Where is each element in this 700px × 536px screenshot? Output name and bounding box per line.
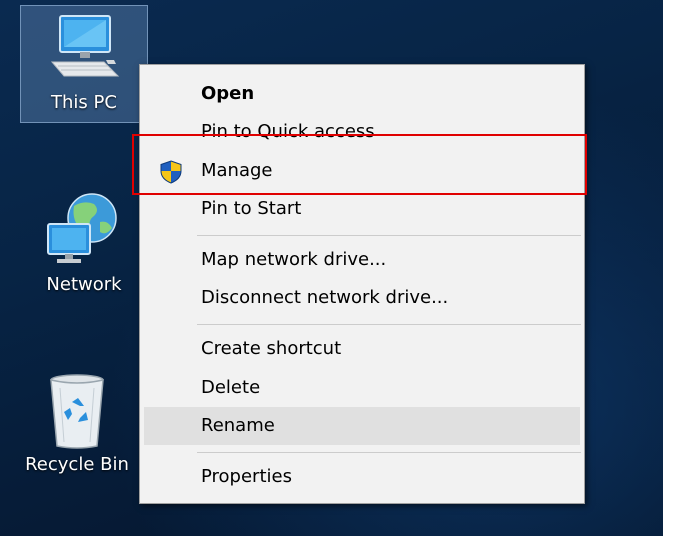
menu-item-disconnect-network-drive[interactable]: Disconnect network drive... (144, 279, 580, 317)
menu-separator (197, 452, 581, 453)
desktop-icon-network[interactable]: Network (20, 192, 148, 295)
menu-item-label: Map network drive... (201, 249, 387, 270)
menu-item-create-shortcut[interactable]: Create shortcut (144, 330, 580, 368)
network-globe-icon (47, 193, 117, 263)
menu-item-label: Pin to Start (201, 198, 302, 219)
menu-item-map-network-drive[interactable]: Map network drive... (144, 241, 580, 279)
menu-item-label: Disconnect network drive... (201, 287, 449, 308)
menu-item-label: Create shortcut (201, 338, 342, 359)
menu-item-label: Rename (201, 415, 275, 436)
menu-item-open[interactable]: Open (144, 75, 580, 113)
manage-highlight-box (132, 134, 587, 195)
menu-item-properties[interactable]: Properties (144, 458, 580, 496)
menu-separator (197, 235, 581, 236)
desktop-icon-label: This PC (51, 92, 117, 113)
desktop-icon-recycle-bin[interactable]: Recycle Bin (7, 372, 147, 475)
menu-item-label: Delete (201, 377, 261, 398)
menu-item-pin-to-start[interactable]: Pin to Start (144, 190, 580, 228)
menu-item-label: Open (201, 83, 255, 104)
menu-item-delete[interactable]: Delete (144, 369, 580, 407)
desktop-icon-this-pc[interactable]: This PC (20, 5, 148, 123)
menu-item-label: Properties (201, 466, 292, 487)
desktop[interactable]: This PC Network Recycle Bin Open Pin to … (0, 0, 663, 536)
desktop-icon-label: Network (46, 274, 122, 295)
menu-separator (197, 324, 581, 325)
computer-icon (50, 15, 120, 77)
menu-item-rename[interactable]: Rename (144, 407, 580, 445)
recycle-bin-icon (50, 374, 104, 449)
context-menu: Open Pin to Quick access Manage Pin to S… (139, 64, 585, 504)
desktop-icon-label: Recycle Bin (25, 454, 129, 475)
